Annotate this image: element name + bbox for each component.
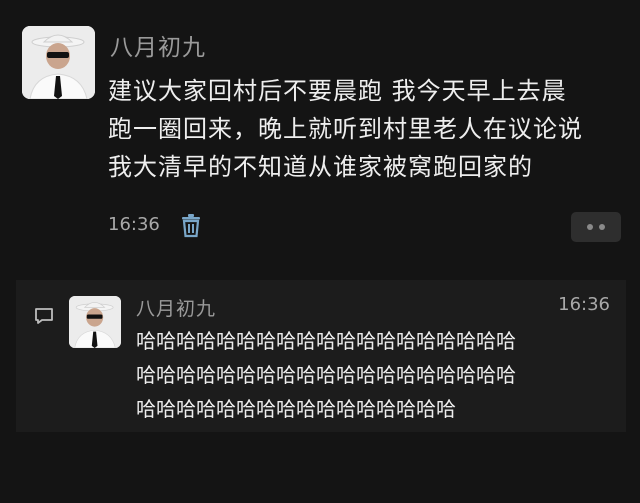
post-body-line: 建议大家回村后不要晨跑 我今天早上去晨: [108, 77, 567, 105]
comment-text-line: 哈哈哈哈哈哈哈哈哈哈哈哈哈哈哈哈哈哈哈: [136, 329, 516, 353]
comment-text: 哈哈哈哈哈哈哈哈哈哈哈哈哈哈哈哈哈哈哈 哈哈哈哈哈哈哈哈哈哈哈哈哈哈哈哈哈哈哈 …: [136, 324, 616, 426]
comment-avatar[interactable]: [69, 296, 121, 348]
post-author-name[interactable]: 八月初九: [110, 28, 206, 62]
comment-text-line: 哈哈哈哈哈哈哈哈哈哈哈哈哈哈哈哈: [136, 397, 456, 421]
post-body-line: 跑一圈回来，晚上就听到村里老人在议论说: [108, 115, 583, 143]
avatar-image: [22, 26, 95, 99]
comment-section: 八月初九 16:36 哈哈哈哈哈哈哈哈哈哈哈哈哈哈哈哈哈哈哈 哈哈哈哈哈哈哈哈哈…: [16, 280, 626, 432]
post-body-line: 我大清早的不知道从谁家被窝跑回家的: [108, 153, 533, 181]
more-options-button[interactable]: [571, 212, 621, 242]
avatar-image: [69, 296, 121, 348]
more-dots-icon: [587, 224, 593, 230]
comment-author-name[interactable]: 八月初九: [136, 294, 216, 321]
moments-post: 八月初九 建议大家回村后不要晨跑 我今天早上去晨 跑一圈回来，晚上就听到村里老人…: [0, 0, 640, 262]
avatar[interactable]: [22, 26, 95, 99]
trash-icon[interactable]: [180, 212, 202, 238]
comment-icon: [34, 306, 54, 326]
post-timestamp: 16:36: [108, 214, 160, 235]
comment-text-line: 哈哈哈哈哈哈哈哈哈哈哈哈哈哈哈哈哈哈哈: [136, 363, 516, 387]
comment-timestamp: 16:36: [558, 294, 610, 315]
more-dots-icon: [599, 224, 605, 230]
post-body: 建议大家回村后不要晨跑 我今天早上去晨 跑一圈回来，晚上就听到村里老人在议论说 …: [108, 72, 628, 186]
